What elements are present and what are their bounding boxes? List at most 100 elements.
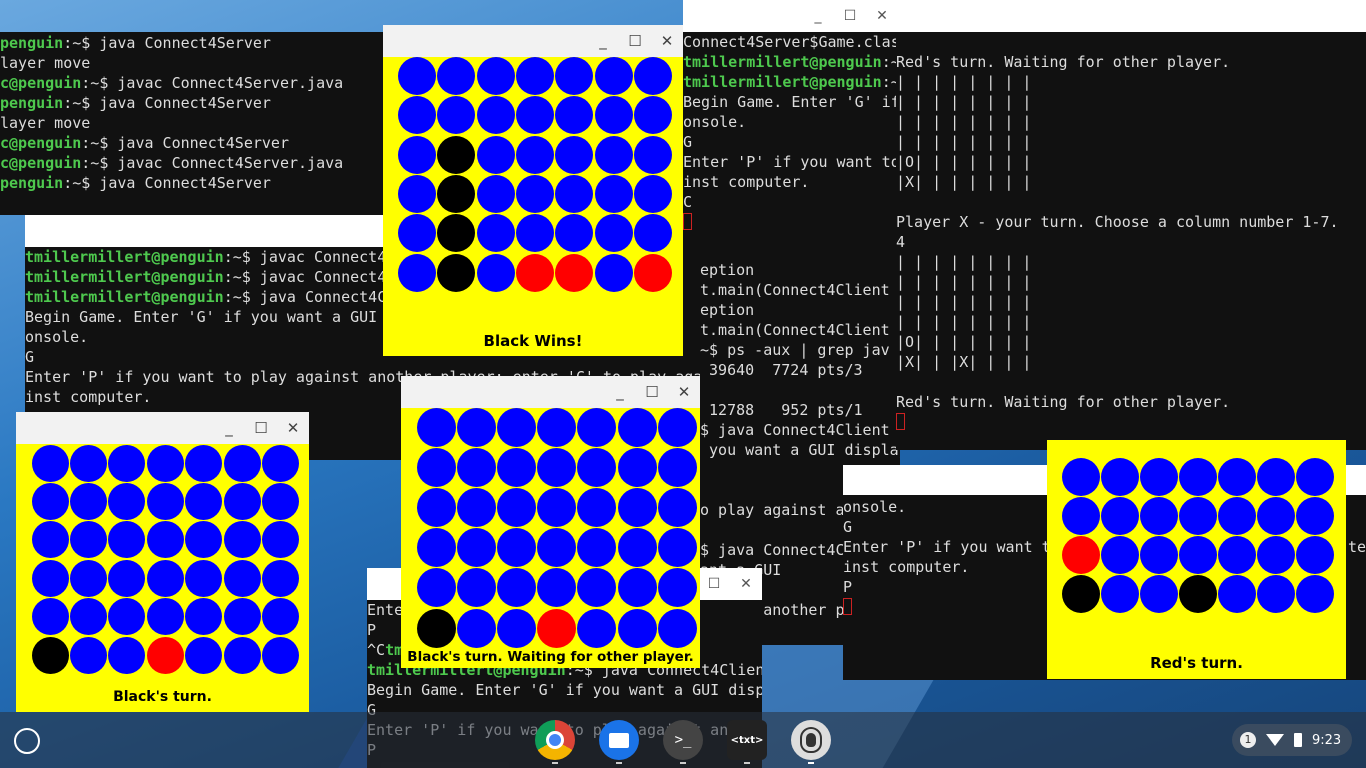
empty-slot[interactable] — [594, 57, 633, 95]
empty-slot[interactable] — [537, 407, 577, 447]
minimize-icon[interactable]: _ — [587, 25, 619, 57]
empty-slot[interactable] — [1062, 458, 1100, 496]
board-titlebar[interactable]: _ ☐ ✕ — [383, 25, 683, 57]
empty-slot[interactable] — [555, 174, 594, 213]
empty-slot[interactable] — [398, 253, 436, 292]
maximize-icon[interactable]: ☐ — [834, 1, 866, 31]
empty-slot[interactable] — [108, 598, 146, 636]
empty-slot[interactable] — [456, 528, 496, 568]
empty-slot[interactable] — [537, 568, 577, 608]
empty-slot[interactable] — [633, 214, 672, 253]
empty-slot[interactable] — [577, 608, 617, 648]
notification-badge[interactable]: 1 — [1240, 732, 1256, 748]
connect4-window-blacks-turn[interactable]: _ ☐ ✕ Black's turn. — [16, 412, 309, 712]
empty-slot[interactable] — [537, 528, 577, 568]
empty-slot[interactable] — [261, 598, 299, 636]
empty-slot[interactable] — [1257, 575, 1295, 613]
empty-slot[interactable] — [261, 559, 299, 597]
empty-slot[interactable] — [476, 135, 515, 174]
empty-slot[interactable] — [416, 407, 456, 447]
close-icon[interactable]: ✕ — [277, 412, 309, 444]
empty-slot[interactable] — [31, 521, 69, 559]
empty-slot[interactable] — [594, 135, 633, 174]
empty-slot[interactable] — [146, 482, 184, 520]
red-disc[interactable] — [555, 253, 594, 292]
empty-slot[interactable] — [657, 447, 697, 487]
empty-slot[interactable] — [515, 214, 554, 253]
empty-slot[interactable] — [456, 568, 496, 608]
minimize-icon[interactable]: _ — [213, 412, 245, 444]
empty-slot[interactable] — [69, 521, 107, 559]
terminal-top-left[interactable]: penguin:~$ java Connect4Server layer move… — [0, 32, 385, 215]
maximize-icon[interactable]: ☐ — [698, 569, 730, 599]
empty-slot[interactable] — [398, 174, 436, 213]
close-icon[interactable]: ✕ — [866, 1, 898, 31]
empty-slot[interactable] — [577, 407, 617, 447]
empty-slot[interactable] — [1296, 458, 1334, 496]
empty-slot[interactable] — [1140, 575, 1178, 613]
black-disc[interactable] — [437, 174, 476, 213]
empty-slot[interactable] — [398, 57, 436, 95]
empty-slot[interactable] — [416, 487, 456, 527]
empty-slot[interactable] — [416, 528, 456, 568]
empty-slot[interactable] — [657, 568, 697, 608]
close-icon[interactable]: ✕ — [730, 569, 762, 599]
empty-slot[interactable] — [1101, 575, 1139, 613]
empty-slot[interactable] — [31, 559, 69, 597]
empty-slot[interactable] — [1257, 458, 1295, 496]
terminal-icon[interactable]: >_ — [663, 720, 703, 764]
empty-slot[interactable] — [185, 559, 223, 597]
empty-slot[interactable] — [515, 174, 554, 213]
empty-slot[interactable] — [1062, 497, 1100, 535]
board-titlebar[interactable]: _ ☐ ✕ — [16, 412, 309, 444]
empty-slot[interactable] — [1296, 575, 1334, 613]
text-editor-icon[interactable]: <txt> — [727, 720, 767, 764]
empty-slot[interactable] — [416, 447, 456, 487]
empty-slot[interactable] — [261, 521, 299, 559]
empty-slot[interactable] — [476, 96, 515, 135]
status-tray[interactable]: 1 9:23 — [1232, 724, 1352, 756]
empty-slot[interactable] — [398, 96, 436, 135]
empty-slot[interactable] — [1218, 458, 1256, 496]
empty-slot[interactable] — [1140, 497, 1178, 535]
empty-slot[interactable] — [261, 444, 299, 482]
empty-slot[interactable] — [69, 636, 107, 674]
empty-slot[interactable] — [146, 444, 184, 482]
empty-slot[interactable] — [515, 96, 554, 135]
empty-slot[interactable] — [108, 521, 146, 559]
empty-slot[interactable] — [1101, 458, 1139, 496]
empty-slot[interactable] — [496, 528, 536, 568]
empty-slot[interactable] — [594, 253, 633, 292]
empty-slot[interactable] — [555, 214, 594, 253]
files-icon[interactable] — [599, 720, 639, 764]
chrome-icon[interactable] — [535, 720, 575, 764]
empty-slot[interactable] — [496, 608, 536, 648]
empty-slot[interactable] — [633, 96, 672, 135]
connect4-window-reds-turn[interactable]: Red's turn. — [1047, 440, 1346, 679]
empty-slot[interactable] — [617, 407, 657, 447]
empty-slot[interactable] — [515, 135, 554, 174]
empty-slot[interactable] — [476, 174, 515, 213]
empty-slot[interactable] — [437, 96, 476, 135]
empty-slot[interactable] — [633, 57, 672, 95]
empty-slot[interactable] — [657, 487, 697, 527]
empty-slot[interactable] — [456, 608, 496, 648]
empty-slot[interactable] — [108, 559, 146, 597]
empty-slot[interactable] — [594, 96, 633, 135]
empty-slot[interactable] — [577, 568, 617, 608]
empty-slot[interactable] — [223, 521, 261, 559]
empty-slot[interactable] — [456, 447, 496, 487]
terminal-right-titlebar[interactable] — [896, 0, 1366, 32]
close-icon[interactable]: ✕ — [668, 376, 700, 408]
black-disc[interactable] — [1062, 575, 1100, 613]
empty-slot[interactable] — [476, 253, 515, 292]
black-disc[interactable] — [437, 135, 476, 174]
empty-slot[interactable] — [617, 608, 657, 648]
black-disc[interactable] — [437, 253, 476, 292]
red-disc[interactable] — [146, 636, 184, 674]
terminal-right[interactable]: Red's turn. Waiting for other player. | |… — [896, 32, 1366, 450]
minimize-icon[interactable]: _ — [802, 1, 834, 31]
empty-slot[interactable] — [577, 447, 617, 487]
empty-slot[interactable] — [416, 568, 456, 608]
empty-slot[interactable] — [594, 174, 633, 213]
